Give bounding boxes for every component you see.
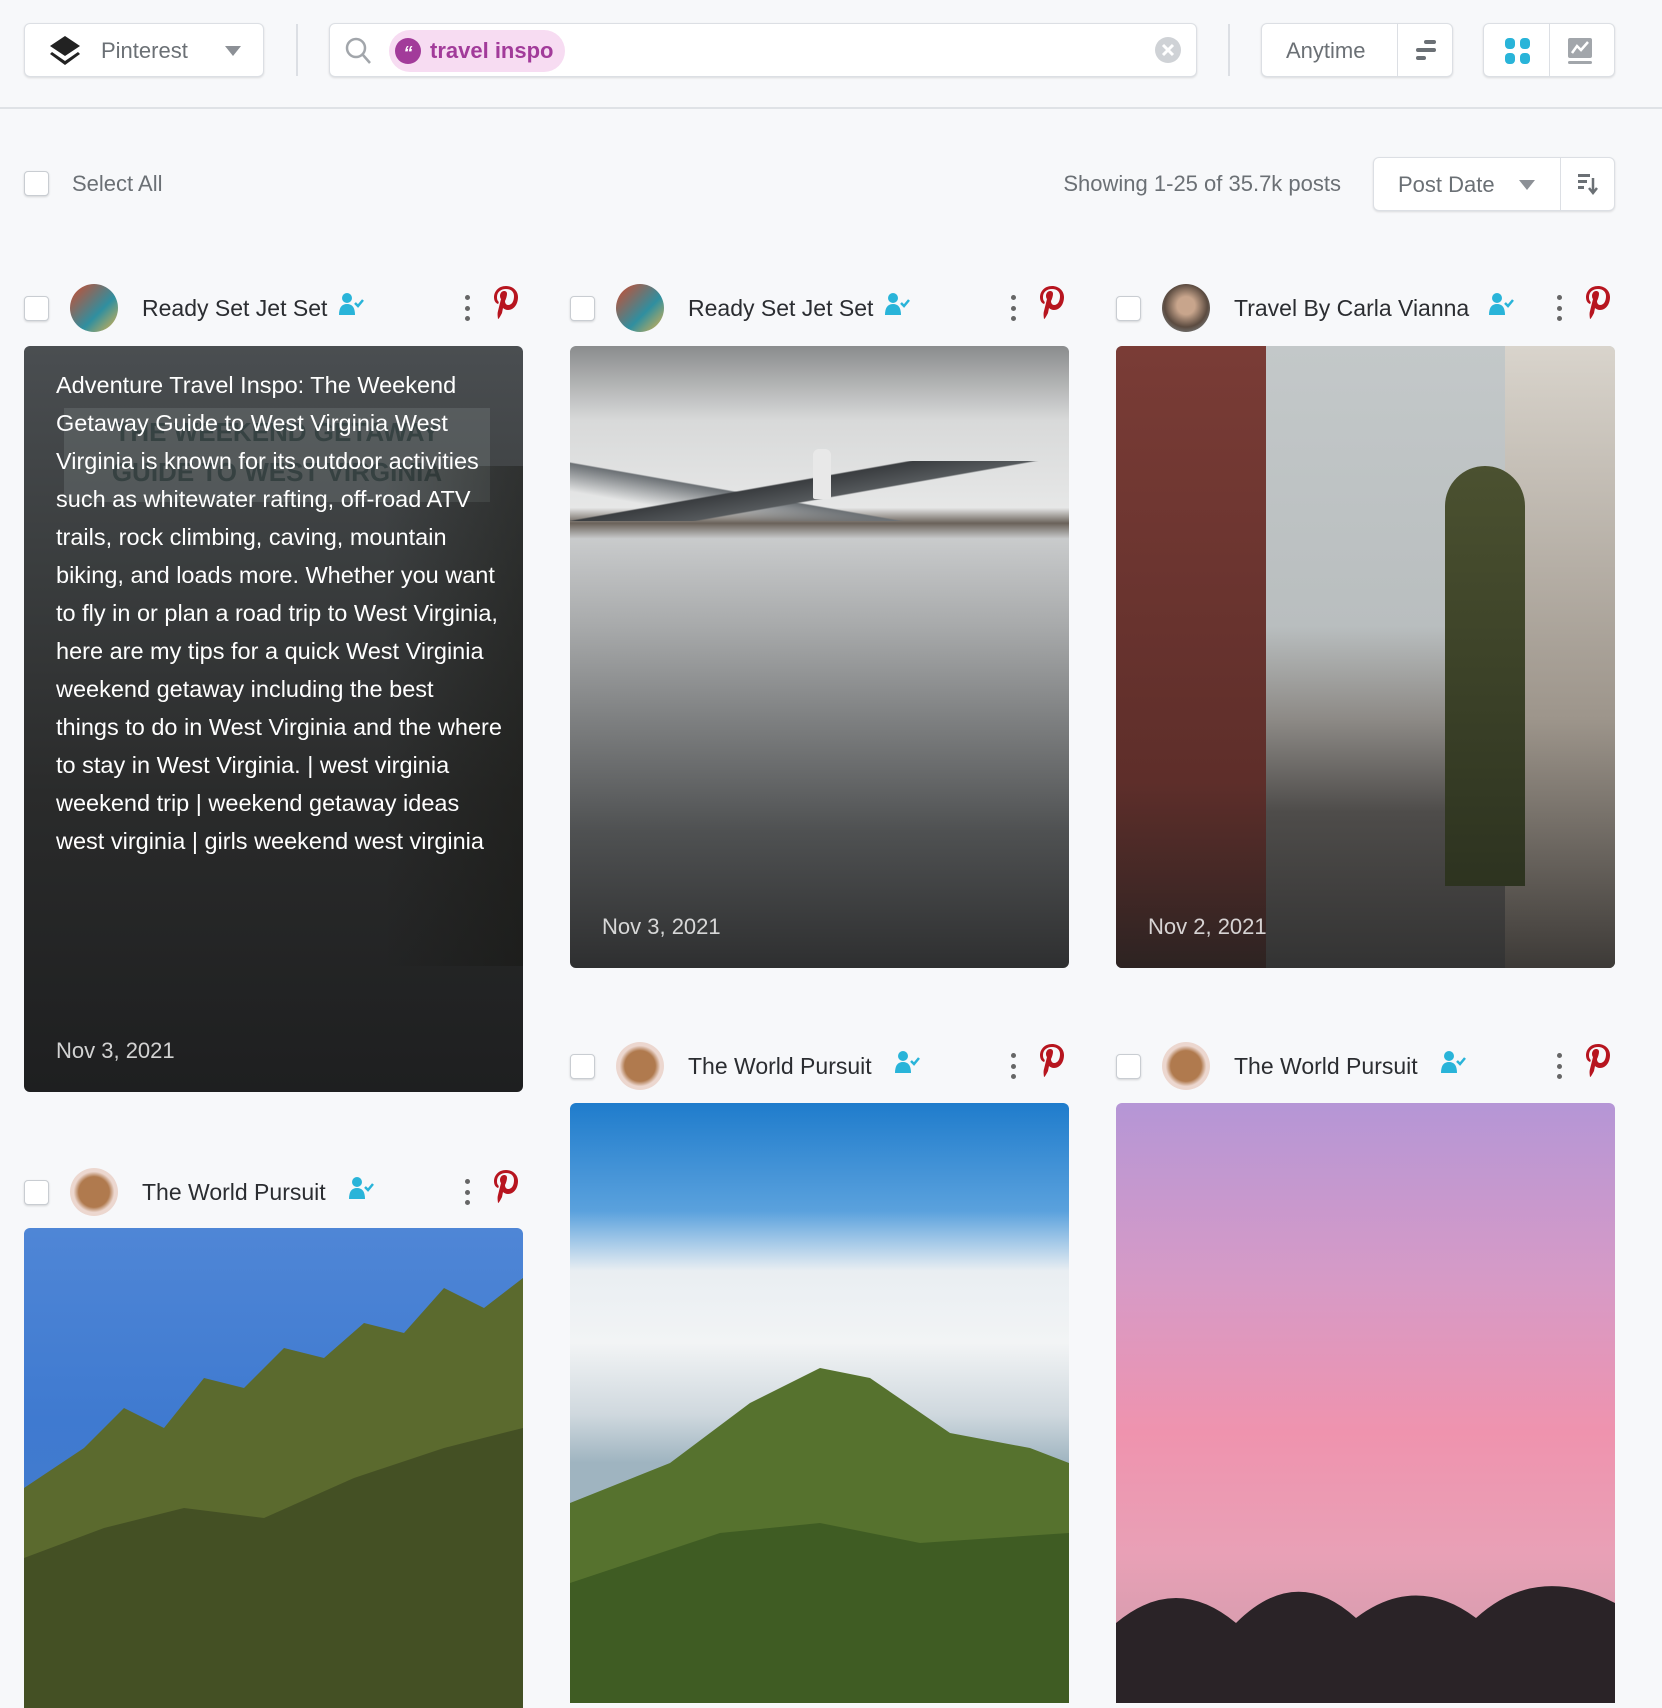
post-header: The World Pursuit [570,1042,1069,1090]
author-name[interactable]: The World Pursuit [142,1179,326,1206]
author-name[interactable]: Ready Set Jet Set [688,295,873,322]
avatar[interactable] [1162,284,1210,332]
pinterest-icon [494,1170,518,1203]
pinterest-icon [1040,1044,1064,1077]
post-text: Adventure Travel Inspo: The Weekend Geta… [56,372,502,854]
post-checkbox[interactable] [570,1054,595,1079]
analytics-view-icon[interactable] [1565,36,1595,66]
following-icon[interactable] [348,1176,374,1200]
avatar[interactable] [70,284,118,332]
author-name[interactable]: The World Pursuit [1234,1053,1418,1080]
post-date: Nov 3, 2021 [56,1038,175,1063]
more-options-icon[interactable] [1556,295,1562,321]
post-card[interactable]: Nov 3, 2021 [570,346,1069,968]
post-image [570,1368,1069,1703]
post-image [1116,1586,1615,1703]
post-date: Nov 3, 2021 [602,914,721,939]
results-count: Showing 1-25 of 35.7k posts [1063,171,1341,196]
time-filter-button[interactable]: Anytime [1286,38,1365,64]
divider [296,24,298,76]
post-checkbox[interactable] [1116,1054,1141,1079]
grid-view-icon[interactable] [1503,36,1533,66]
search-icon [345,37,371,64]
select-all-label[interactable]: Select All [72,171,163,197]
post-card[interactable] [570,1103,1069,1703]
divider [1228,24,1230,76]
post-header: Travel By Carla Vianna [1116,284,1615,332]
post-checkbox[interactable] [24,1180,49,1205]
post-checkbox[interactable] [24,296,49,321]
post-image [1116,346,1266,968]
following-icon[interactable] [894,1050,920,1074]
post-header: Ready Set Jet Set [570,284,1069,332]
more-options-icon[interactable] [1010,1053,1016,1079]
avatar[interactable] [616,1042,664,1090]
pinterest-icon [1040,286,1064,319]
more-options-icon[interactable] [464,295,470,321]
post-card[interactable] [24,1228,523,1708]
author-name[interactable]: Ready Set Jet Set [142,295,327,322]
select-all-checkbox[interactable] [24,171,49,196]
layers-icon [50,36,80,65]
more-options-icon[interactable] [1556,1053,1562,1079]
quote-icon: “ [395,38,421,64]
pinterest-icon [494,286,518,319]
sort-direction-icon[interactable] [1576,172,1600,196]
post-header: The World Pursuit [1116,1042,1615,1090]
more-options-icon[interactable] [1010,295,1016,321]
post-header: Ready Set Jet Set [24,284,523,332]
post-card[interactable]: THE WEEKEND GETAWAY GUIDE TO WEST VIRGIN… [24,346,523,1092]
avatar[interactable] [70,1168,118,1216]
post-date: Nov 2, 2021 [1148,914,1267,939]
sort-group: Post Date [1373,157,1615,211]
chevron-down-icon [1519,180,1535,190]
avatar[interactable] [1162,1042,1210,1090]
network-selector[interactable]: Pinterest [24,23,264,77]
avatar[interactable] [616,284,664,332]
more-options-icon[interactable] [464,1179,470,1205]
filter-lines-icon[interactable] [1412,38,1440,62]
person-figure [813,449,831,499]
pinterest-icon [1586,286,1610,319]
clear-search-icon[interactable] [1154,36,1182,64]
search-keyword-chip[interactable]: “ travel inspo [389,30,565,72]
network-label: Pinterest [101,38,188,63]
following-icon[interactable] [884,292,910,316]
search-input[interactable]: “ travel inspo [329,23,1197,77]
post-header: The World Pursuit [24,1168,523,1216]
following-icon[interactable] [338,292,364,316]
time-filter-group: Anytime [1261,23,1453,77]
header-divider [0,107,1662,109]
sort-dropdown[interactable]: Post Date [1398,172,1495,198]
following-icon[interactable] [1488,292,1514,316]
post-card[interactable] [1116,1103,1615,1703]
post-card[interactable]: Nov 2, 2021 [1116,346,1615,968]
author-name[interactable]: Travel By Carla Vianna [1234,295,1469,322]
pinterest-icon [1586,1044,1610,1077]
chevron-down-icon [225,46,241,56]
post-checkbox[interactable] [1116,296,1141,321]
view-toggle-group [1483,23,1615,77]
post-image [24,1278,523,1708]
following-icon[interactable] [1440,1050,1466,1074]
search-keyword: travel inspo [430,38,554,63]
post-checkbox[interactable] [570,296,595,321]
author-name[interactable]: The World Pursuit [688,1053,872,1080]
